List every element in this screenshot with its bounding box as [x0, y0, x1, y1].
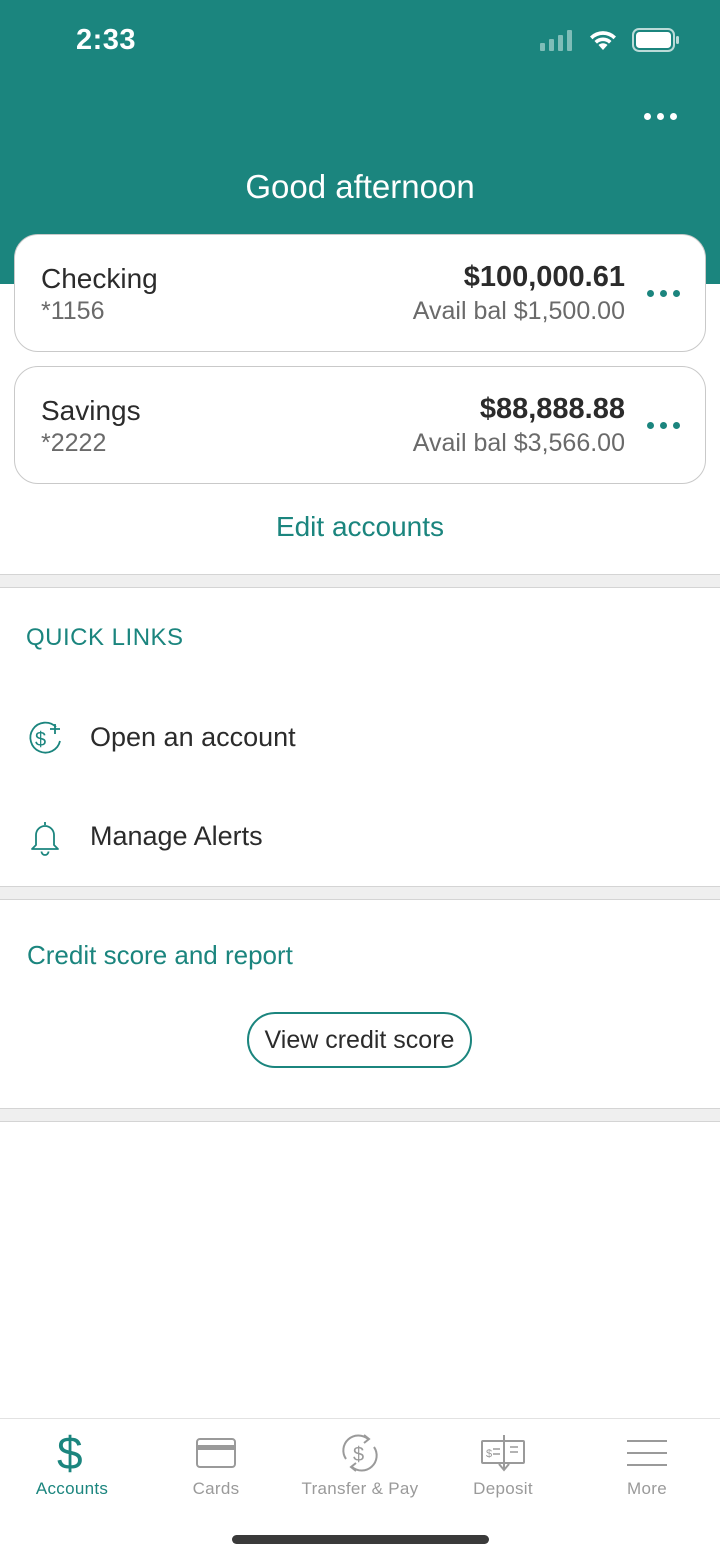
account-balance: $100,000.61 — [463, 261, 625, 293]
menu-icon — [622, 1431, 672, 1475]
view-credit-score-button[interactable]: View credit score — [247, 1012, 472, 1068]
svg-text:$: $ — [486, 1448, 492, 1460]
tab-more[interactable]: More — [575, 1419, 719, 1519]
svg-text:$: $ — [353, 1444, 364, 1466]
tab-label: Transfer & Pay — [301, 1479, 419, 1498]
tab-cards[interactable]: Cards — [144, 1419, 288, 1519]
status-time: 2:33 — [76, 24, 137, 56]
transfer-icon: $ — [335, 1431, 385, 1475]
quick-link-label: Manage Alerts — [90, 821, 263, 851]
account-options-button[interactable] — [643, 411, 683, 439]
bell-icon — [31, 822, 59, 856]
svg-text:$: $ — [57, 1431, 83, 1475]
available-balance: Avail bal $3,566.00 — [412, 429, 625, 457]
section-divider — [0, 1108, 720, 1122]
tab-accounts[interactable]: $ Accounts — [0, 1419, 144, 1519]
more-dot — [643, 112, 651, 120]
account-card-checking[interactable]: Checking *1156 $100,000.61 Avail bal $1,… — [14, 234, 706, 352]
quick-links-title: QUICK LINKS — [26, 624, 184, 651]
header-more-button[interactable] — [636, 96, 684, 136]
account-number: *1156 — [41, 297, 105, 325]
account-card-savings[interactable]: Savings *2222 $88,888.88 Avail bal $3,56… — [14, 366, 706, 484]
status-icons — [540, 28, 680, 52]
tab-label: Accounts — [35, 1479, 109, 1498]
edit-accounts-link[interactable]: Edit accounts — [0, 511, 720, 543]
options-dot — [672, 289, 680, 297]
tab-label: More — [627, 1479, 667, 1498]
card-icon — [191, 1431, 241, 1475]
available-balance: Avail bal $1,500.00 — [412, 297, 625, 325]
account-name: Checking — [41, 263, 158, 294]
svg-text:$: $ — [35, 729, 46, 751]
home-indicator[interactable] — [232, 1535, 489, 1544]
more-dot — [656, 112, 664, 120]
tab-deposit[interactable]: $ Deposit — [431, 1419, 575, 1519]
section-divider — [0, 886, 720, 900]
options-dot — [646, 421, 654, 429]
battery-icon — [632, 28, 679, 52]
cellular-signal-icon — [540, 30, 572, 51]
quick-link-manage-alerts[interactable]: Manage Alerts — [0, 801, 720, 871]
check-deposit-icon: $ — [478, 1431, 528, 1475]
quick-link-open-account[interactable]: $ Open an account — [0, 702, 720, 772]
account-balance: $88,888.88 — [479, 393, 625, 425]
dollar-icon: $ — [47, 1431, 97, 1475]
credit-score-title: Credit score and report — [27, 940, 293, 970]
greeting-text: Good afternoon — [245, 168, 475, 205]
options-dot — [659, 421, 667, 429]
account-options-button[interactable] — [643, 279, 683, 307]
quick-link-label: Open an account — [90, 722, 296, 752]
account-number: *2222 — [41, 429, 107, 457]
dollar-plus-icon: $ — [29, 721, 61, 754]
more-dot — [669, 112, 677, 120]
tab-transfer-pay[interactable]: $ Transfer & Pay — [288, 1419, 432, 1519]
options-dot — [646, 289, 654, 297]
section-divider — [0, 574, 720, 588]
options-dot — [672, 421, 680, 429]
options-dot — [659, 289, 667, 297]
account-name: Savings — [41, 395, 141, 426]
tab-label: Cards — [192, 1479, 240, 1498]
wifi-icon — [590, 31, 616, 50]
tab-label: Deposit — [473, 1479, 533, 1498]
